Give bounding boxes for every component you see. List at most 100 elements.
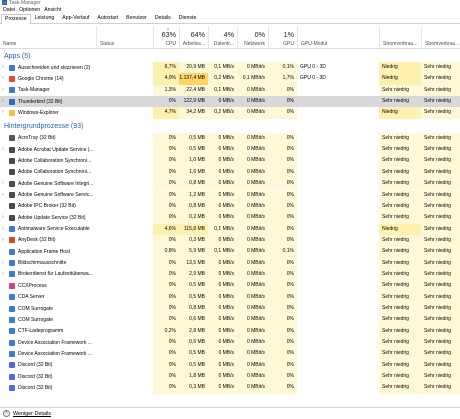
expand-chevron-icon[interactable]: › [2,226,4,232]
cell-powertrend: Sehr niedrig [421,280,460,292]
column-header-gpu[interactable]: 1% GPU [268,26,297,49]
process-row[interactable]: 0% 0,6 MB 0 MB/s 0 MBit/s 0% Sehr niedrig Sehr… [0,314,460,326]
column-header-cpu[interactable]: ˅ 63% CPU [153,26,179,49]
process-row[interactable]: 0% 0,5 MB 0 MB/s 0 MBit/s 0% Sehr niedrig Sehr… [0,280,460,292]
process-name: Ausschneiden und skizzieren (2) [18,64,91,71]
column-header-net[interactable]: 0% Netzwerk [237,26,268,49]
cell-status [96,133,153,144]
process-row[interactable]: 0% 1,6 MB 0 MB/s 0 MBit/s 0% Sehr niedrig Sehr… [0,166,460,179]
process-row[interactable]: 0% 1,2 MB 0 MB/s 0 MBit/s 0% Sehr niedrig Sehr… [0,189,460,201]
cell-disk: 0,1 MB/s [208,62,237,74]
cell-gpuengine [297,235,379,246]
column-header-power[interactable]: Stromverbrau... [379,26,421,49]
tab-prozesse[interactable]: Prozesse [1,14,31,24]
process-name: Bildschirmausschnitte [18,260,67,267]
cell-status [96,269,153,280]
cell-cpu: 6,7% [153,62,179,74]
cell-net: 0 MBit/s [237,84,268,97]
expand-chevron-icon[interactable]: › [2,192,4,198]
cell-gpu: 0% [286,98,294,105]
cell-net: 0 MBit/s [237,246,268,258]
tab-autostart[interactable]: Autostart [93,13,122,23]
cell-gpuengine [297,337,379,348]
tab-leistung[interactable]: Leistung [31,13,59,23]
column-header-gpuengine[interactable]: GPU-Modul [297,26,379,49]
process-row[interactable]: 0% 0,3 MB 0 MB/s 0 MBit/s 0% Sehr niedrig Sehr… [0,382,460,394]
chevron-up-icon[interactable]: ˄ [3,410,10,417]
process-row[interactable]: 0,2% 2,8 MB 0 MB/s 0 MBit/s 0% Sehr niedrig Se… [0,325,460,338]
process-row[interactable]: 6,7% 20,9 MB 0,1 MB/s 0 MBit/s 0,1% GPU 0 - 3… [0,62,460,74]
cell-status [96,212,153,223]
expand-chevron-icon[interactable]: › [2,109,4,115]
menu-datei[interactable]: Datei [3,7,15,13]
tab-app-verlauf[interactable]: App-Verlauf [58,13,93,23]
taskmanager-icon [9,87,15,94]
cell-power: Sehr niedrig [379,371,421,383]
process-row[interactable]: 4,0% 1.137,4 MB 0,2 MB/s 0,1 MBit/s 1,7% GPU … [0,73,460,85]
cell-status [96,85,153,96]
cell-power: Sehr niedrig [379,200,421,213]
expand-chevron-icon[interactable]: › [2,180,4,186]
expand-chevron-icon[interactable]: › [2,271,4,277]
process-name: COM Surrogate [18,316,54,323]
tab-bar: Prozesse Leistung App-Verlauf Autostart … [0,13,460,24]
process-row[interactable]: 0% 0,5 MB 0 MB/s 0 MBit/s 0% Sehr niedrig Sehr… [0,132,460,145]
cell-powertrend: Sehr niedrig [421,212,460,224]
column-header-name[interactable]: Name [0,26,96,49]
process-row[interactable]: 0% 0,5 MB 0 MB/s 0 MBit/s 0% Sehr niedrig Sehr… [0,291,460,303]
cell-gpuengine [297,246,379,257]
process-name: Adobe Update Service (32 Bit) [18,214,86,221]
process-row[interactable]: 0% 122,9 MB 0 MB/s 0 MBit/s 0% Sehr niedrig Se… [0,96,460,108]
expand-chevron-icon[interactable]: › [2,75,4,81]
cell-gpuengine [297,212,379,223]
screenclip-icon [9,260,15,267]
process-name: Adobe Acrobat Update Service (... [18,146,94,153]
cell-gpuengine [297,303,379,314]
process-row[interactable]: 0% 1,8 MB 0 MB/s 0 MBit/s 0% Sehr niedrig Sehr… [0,371,460,383]
cell-mem: 0,5 MB [179,348,208,360]
column-header-mem[interactable]: 64% Arbeitss... [179,26,208,49]
process-row[interactable]: 0% 2,9 MB 0 MB/s 0 MBit/s 0% Sehr niedrig Sehr… [0,268,460,281]
process-row[interactable]: 0% 0,6 MB 0 MB/s 0 MBit/s 0% Sehr niedrig Sehr… [0,337,460,349]
process-row[interactable]: 4,7% 34,2 MB 0,2 MB/s 0 MBit/s 0% Niedrig Sehr… [0,107,460,119]
process-row[interactable]: 0% 1,0 MB 0 MB/s 0 MBit/s 0% Sehr niedrig Sehr… [0,155,460,167]
process-row[interactable]: 0% 0,2 MB 0 MB/s 0 MBit/s 0% Sehr niedrig Sehr… [0,212,460,224]
column-header-disk[interactable]: 4% Datentr... [208,26,237,49]
expand-chevron-icon[interactable]: › [2,214,4,220]
process-row[interactable]: 0% 0,8 MB 0 MB/s 0 MBit/s 0% Sehr niedrig Sehr… [0,200,460,213]
process-row[interactable]: 1,3% 22,4 MB 0,1 MB/s 0 MBit/s 0% Sehr niedri… [0,84,460,97]
process-name: AcroTray (32 Bit) [18,135,56,142]
process-row[interactable]: 0% 0,5 MB 0 MB/s 0 MBit/s 0% Sehr niedrig Sehr… [0,144,460,156]
process-row[interactable]: 0% 13,5 MB 0 MB/s 0 MBit/s 0% Sehr niedrig Seh… [0,257,460,269]
fewer-details-link[interactable]: Weniger Details [13,411,51,417]
expand-chevron-icon[interactable]: › [2,98,4,104]
tab-details[interactable]: Details [151,13,175,23]
process-name: CTF-Ladeprogramm [18,328,64,335]
expand-chevron-icon[interactable]: › [2,87,4,93]
tab-benutzer[interactable]: Benutzer [122,13,151,23]
expand-chevron-icon[interactable]: › [2,237,4,243]
process-row[interactable]: 0% 0,5 MB 0 MB/s 0 MBit/s 0% Sehr niedrig Sehr… [0,359,460,372]
process-row[interactable]: 0% 0,8 MB 0 MB/s 0 MBit/s 0% Sehr niedrig Sehr… [0,303,460,315]
expand-chevron-icon[interactable]: › [2,260,4,266]
cell-mem: 5,9 MB [179,246,208,258]
cell-cpu: 0% [153,382,179,394]
expand-chevron-icon[interactable]: › [2,146,4,152]
process-row[interactable]: 0% 0,5 MB 0 MB/s 0 MBit/s 0% Sehr niedrig Sehr… [0,348,460,360]
cell-gpu: 0% [268,200,297,213]
cell-powertrend: Sehr niedrig [421,325,460,338]
cell-status [96,155,153,166]
column-header-powertrend[interactable]: Stromverbrau... [421,26,460,49]
cell-disk: 0 MB/s [208,337,237,349]
tab-dienste[interactable]: Dienste [175,13,201,23]
process-row[interactable]: 0,8% 5,9 MB 0,1 MB/s 0 MBit/s 0,1% Sehr niedr… [0,246,460,258]
process-row[interactable]: 0% 0,8 MB 0 MB/s 0 MBit/s 0% Sehr niedrig Sehr… [0,178,460,190]
process-row[interactable]: 0% 0,3 MB 0 MB/s 0 MBit/s 0% Sehr niedrig Sehr… [0,234,460,247]
cell-power: Sehr niedrig [379,234,421,247]
expand-chevron-icon[interactable]: › [2,64,4,70]
column-header-status[interactable]: Status [96,26,153,49]
cell-mem: 1,0 MB [179,155,208,167]
process-row[interactable]: 4,6% 115,8 MB 0,1 MB/s 0 MBit/s 0% Niedrig Seh… [0,223,460,235]
cell-powertrend: Sehr niedrig [421,268,460,281]
acrotray-icon [9,135,15,142]
